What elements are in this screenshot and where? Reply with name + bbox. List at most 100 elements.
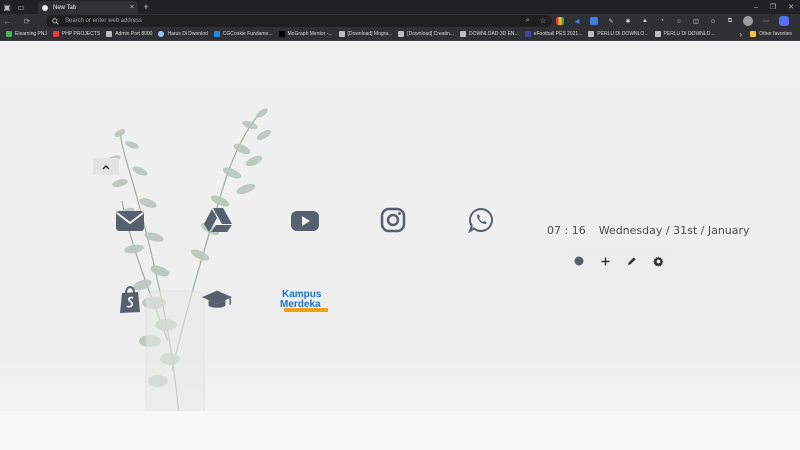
tab-strip: ▣ ▭ New Tab × + – ❐ ✕ <box>0 0 800 14</box>
bookmark-favicon-icon <box>459 31 466 37</box>
other-favorites-label: Other favorites <box>759 31 792 37</box>
grid-icon[interactable] <box>556 17 564 25</box>
more-icon[interactable]: ⋯ <box>762 17 770 25</box>
chevron-right-icon: › <box>739 29 743 39</box>
instagram-shortcut[interactable] <box>377 204 409 236</box>
bookmark-item[interactable]: [Download] Creatin... <box>398 31 454 37</box>
star-icon[interactable]: ☆ <box>675 17 683 25</box>
new-tab-button[interactable]: + <box>141 1 151 13</box>
youtube-icon <box>291 211 319 231</box>
bookmark-favicon-icon <box>338 31 345 37</box>
bookmark-label: MoGraph Mentor -... <box>287 31 333 37</box>
bookmarks-bar: Elearning PNJ PHP PROJECTS Admin Port 80… <box>0 28 800 41</box>
tab-close-button[interactable]: × <box>130 4 134 11</box>
bookmark-label: Harus Di Dwonlod <box>167 31 208 37</box>
graduation-cap-icon <box>201 290 233 308</box>
refresh-icon[interactable]: ⟳ <box>20 14 34 28</box>
bookmark-label: DOWNLOAD 3D EN... <box>468 31 519 37</box>
bookmark-favicon-icon <box>278 31 285 37</box>
address-bar[interactable]: Search or enter web address ⌕ ☆ <box>46 15 552 27</box>
pencil-icon <box>628 257 636 265</box>
bookmark-favicon-icon <box>524 31 531 37</box>
bookmark-label: PHP PROJECTS <box>61 31 101 37</box>
bookmark-item[interactable]: Elearning PNJ <box>6 31 47 37</box>
settings-button[interactable] <box>649 251 669 271</box>
plus-icon <box>601 257 610 265</box>
flag-icon[interactable]: ◀ <box>573 17 581 25</box>
whatsapp-shortcut[interactable] <box>465 204 497 236</box>
bookmark-label: Admin Port 8000 <box>115 31 153 37</box>
search-icon <box>52 17 59 25</box>
bookmark-item[interactable]: Harus Di Dwonlod <box>158 31 208 37</box>
bookmark-item[interactable]: Admin Port 8000 <box>106 31 152 37</box>
kampus-merdeka-shortcut[interactable]: Kampus Merdeka <box>280 286 332 314</box>
folder-icon <box>750 31 757 37</box>
bookmarks-overflow[interactable]: › Other favorites <box>740 30 792 39</box>
education-shortcut[interactable] <box>201 284 233 316</box>
favorite-star-icon[interactable]: ☆ <box>540 17 546 25</box>
gear-icon <box>653 255 664 267</box>
minimize-button[interactable]: – <box>754 4 758 11</box>
bookmark-label: CGCookie Fundame... <box>222 31 273 37</box>
shopify-shortcut[interactable] <box>114 284 146 316</box>
back-arrow-icon[interactable]: ← <box>0 14 14 28</box>
theme-toggle-button[interactable] <box>569 251 589 271</box>
instagram-icon <box>380 207 406 233</box>
box-icon[interactable] <box>590 17 598 25</box>
circle-icon[interactable]: ◔ <box>658 17 666 25</box>
new-tab-page: 07 : 16 Wednesday / 31st / January Kampu… <box>0 41 800 450</box>
bookmark-favicon-icon <box>588 31 595 37</box>
bookmark-favicon-icon <box>6 31 12 37</box>
google-drive-shortcut[interactable] <box>202 204 234 236</box>
whatsapp-icon <box>468 207 493 233</box>
bookmark-label: eFootball PES 2021... <box>533 31 583 37</box>
mail-shortcut[interactable] <box>114 205 146 237</box>
bookmark-item[interactable]: MoGraph Mentor -... <box>278 31 333 37</box>
bookmark-favicon-icon <box>654 31 661 37</box>
circle-icon <box>574 256 584 266</box>
profile-icon[interactable] <box>743 16 753 26</box>
clock-time: 07 : 16 <box>547 224 586 237</box>
address-input[interactable]: Search or enter web address <box>65 18 142 24</box>
google-drive-icon <box>204 208 232 232</box>
add-shortcut-button[interactable] <box>596 251 616 271</box>
youtube-shortcut[interactable] <box>289 205 321 237</box>
bookmark-label: [Download] Mogra... <box>347 31 393 37</box>
bookmark-item[interactable]: [Download] Mogra... <box>338 31 393 37</box>
bookmark-item[interactable]: CGCookie Fundame... <box>213 31 273 37</box>
bookmark-favicon-icon <box>213 31 220 37</box>
workspaces-icon[interactable]: ▣ <box>0 0 14 14</box>
zoom-icon[interactable]: ⌕ <box>526 17 530 25</box>
tab-title: New Tab <box>53 4 77 11</box>
bookmark-item[interactable]: PERLU DI DOWNLO... <box>654 31 715 37</box>
bookmark-favicon-icon <box>106 31 113 37</box>
bookmark-favicon-icon <box>52 31 59 37</box>
maximize-button[interactable]: ❐ <box>770 3 776 11</box>
puzzle-icon[interactable]: ✱ <box>624 17 632 25</box>
bookmark-label: Elearning PNJ <box>15 31 47 37</box>
chevron-up-icon <box>102 164 110 169</box>
bookmark-item[interactable]: eFootball PES 2021... <box>524 31 583 37</box>
extensions-bar: ◀ ✎ ✱ ▲ ◔ ☆ ◫ ✩ ⧉ ⋯ <box>556 14 789 28</box>
bookmark-item[interactable]: PERLU DI DOWNLO... <box>588 31 649 37</box>
bookmark-item[interactable]: PHP PROJECTS <box>52 31 101 37</box>
bookmark-item[interactable]: DOWNLOAD 3D EN... <box>459 31 519 37</box>
split-icon[interactable]: ◫ <box>692 17 700 25</box>
action-bar <box>566 250 672 272</box>
favorites-icon[interactable]: ✩ <box>709 17 717 25</box>
toolbar: ← ⟳ Search or enter web address ⌕ ☆ ◀ ✎ … <box>0 14 800 28</box>
edit-button[interactable] <box>622 251 642 271</box>
shopify-icon <box>120 286 140 313</box>
pen-icon[interactable]: ✎ <box>607 17 615 25</box>
bookmark-label: PERLU DI DOWNLO... <box>663 31 715 37</box>
clock-date: Wednesday / 31st / January <box>598 224 750 237</box>
mail-icon <box>116 211 144 231</box>
collapse-shortcuts-button[interactable] <box>93 158 119 175</box>
bookmark-label: [Download] Creatin... <box>407 31 454 37</box>
close-window-button[interactable]: ✕ <box>788 3 794 11</box>
tab-actions-icon[interactable]: ▭ <box>14 0 28 14</box>
copilot-icon[interactable] <box>779 16 789 26</box>
triangle-icon[interactable]: ▲ <box>641 17 649 25</box>
collections-icon[interactable]: ⧉ <box>726 17 734 25</box>
tab-new-tab[interactable]: New Tab × <box>38 1 138 14</box>
